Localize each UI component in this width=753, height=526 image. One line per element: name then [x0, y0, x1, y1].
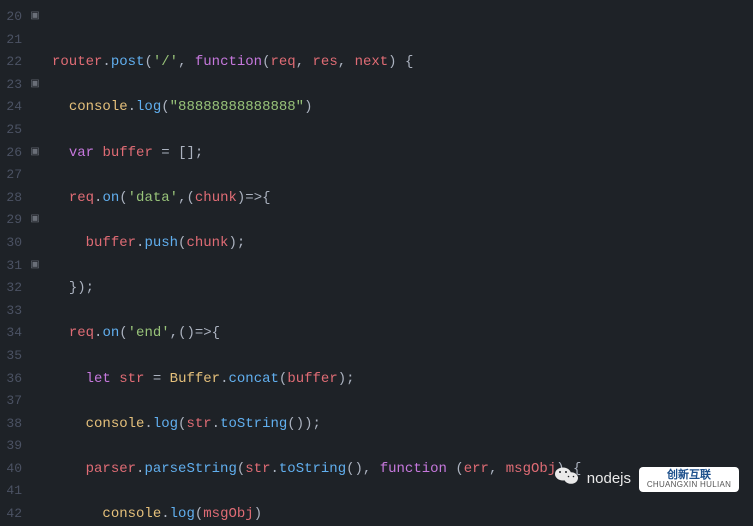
line-number: 41 — [0, 480, 28, 503]
line-gutter: 2021222324252627282930313233343536373839… — [0, 0, 28, 526]
code-line: var buffer = []; — [52, 142, 753, 165]
fold-marker[interactable] — [28, 503, 42, 526]
fold-marker[interactable]: ▣ — [28, 6, 42, 29]
line-number: 30 — [0, 232, 28, 255]
fold-marker[interactable]: ▣ — [28, 209, 42, 232]
fold-marker[interactable] — [28, 368, 42, 391]
code-line: console.log("88888888888888") — [52, 96, 753, 119]
fold-marker[interactable] — [28, 187, 42, 210]
line-number: 28 — [0, 187, 28, 210]
code-line: }); — [52, 277, 753, 300]
watermark-text: nodejs — [587, 468, 631, 491]
line-number: 26 — [0, 142, 28, 165]
line-number: 27 — [0, 164, 28, 187]
code-line: router.post('/', function(req, res, next… — [52, 51, 753, 74]
fold-marker[interactable]: ▣ — [28, 74, 42, 97]
line-number: 24 — [0, 96, 28, 119]
line-number: 36 — [0, 368, 28, 391]
fold-gutter: ▣ ▣ ▣ ▣ ▣ — [28, 0, 42, 526]
line-number: 31 — [0, 255, 28, 278]
line-number: 35 — [0, 345, 28, 368]
line-number: 21 — [0, 29, 28, 52]
fold-marker[interactable] — [28, 390, 42, 413]
wechat-icon — [521, 443, 578, 516]
line-number: 37 — [0, 390, 28, 413]
line-number: 42 — [0, 503, 28, 526]
line-number: 25 — [0, 119, 28, 142]
line-number: 23 — [0, 74, 28, 97]
fold-marker[interactable] — [28, 277, 42, 300]
line-number: 20 — [0, 6, 28, 29]
fold-marker[interactable] — [28, 458, 42, 481]
line-number: 32 — [0, 277, 28, 300]
code-line: let str = Buffer.concat(buffer); — [52, 368, 753, 391]
line-number: 33 — [0, 300, 28, 323]
logo-bottom-text: CHUANGXIN HULIAN — [647, 481, 731, 489]
code-editor: 2021222324252627282930313233343536373839… — [0, 0, 753, 526]
code-line: req.on('end',()=>{ — [52, 322, 753, 345]
fold-marker[interactable] — [28, 345, 42, 368]
watermark-logo: 创新互联 CHUANGXIN HULIAN — [639, 467, 739, 492]
fold-marker[interactable]: ▣ — [28, 255, 42, 278]
fold-marker[interactable] — [28, 29, 42, 52]
line-number: 22 — [0, 51, 28, 74]
line-number: 39 — [0, 435, 28, 458]
code-line: buffer.push(chunk); — [52, 232, 753, 255]
line-number: 40 — [0, 458, 28, 481]
watermark: nodejs 创新互联 CHUANGXIN HULIAN — [521, 443, 739, 516]
fold-marker[interactable] — [28, 119, 42, 142]
fold-marker[interactable] — [28, 96, 42, 119]
fold-marker[interactable] — [28, 322, 42, 345]
fold-marker[interactable] — [28, 164, 42, 187]
fold-marker[interactable] — [28, 413, 42, 436]
fold-marker[interactable] — [28, 435, 42, 458]
fold-marker[interactable] — [28, 480, 42, 503]
fold-marker[interactable] — [28, 232, 42, 255]
fold-marker[interactable] — [28, 51, 42, 74]
code-content[interactable]: router.post('/', function(req, res, next… — [42, 0, 753, 526]
fold-marker[interactable]: ▣ — [28, 142, 42, 165]
fold-marker[interactable] — [28, 300, 42, 323]
line-number: 38 — [0, 413, 28, 436]
code-line: req.on('data',(chunk)=>{ — [52, 187, 753, 210]
code-line: console.log(str.toString()); — [52, 413, 753, 436]
line-number: 29 — [0, 209, 28, 232]
line-number: 34 — [0, 322, 28, 345]
